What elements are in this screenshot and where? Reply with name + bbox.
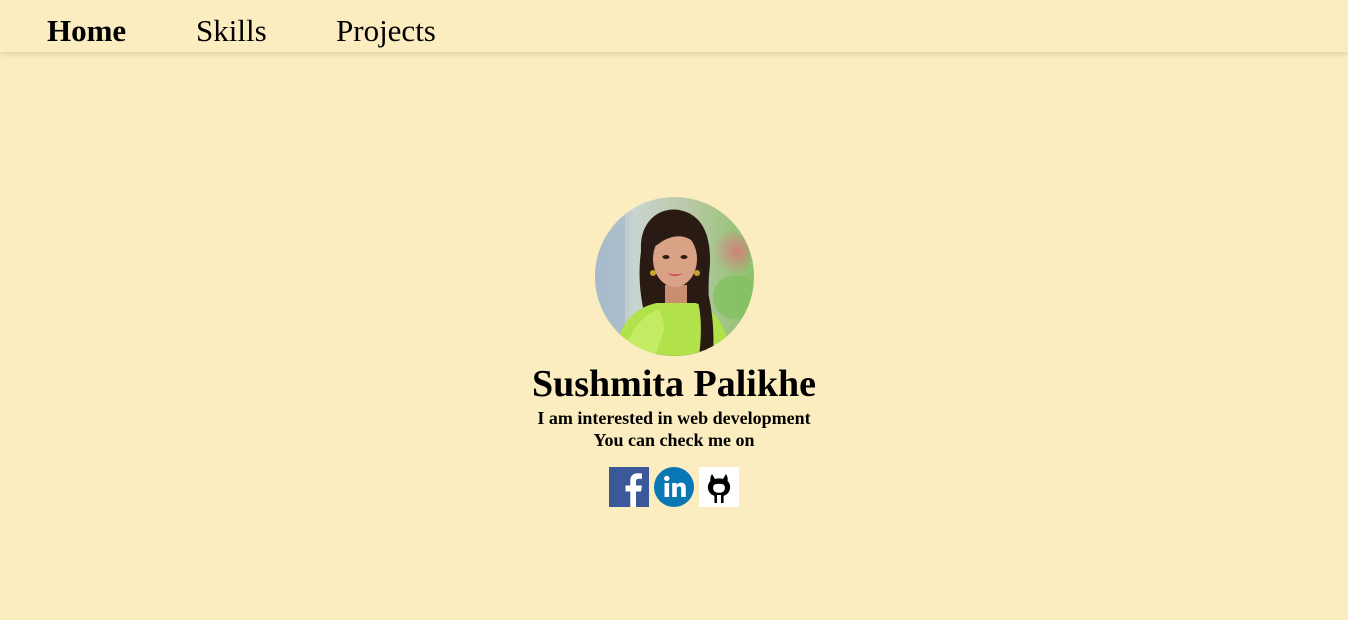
navbar: Home Skills Projects: [0, 0, 1348, 52]
social-links: [0, 467, 1348, 507]
profile-name: Sushmita Palikhe: [531, 363, 817, 405]
github-icon: [699, 467, 739, 507]
profile-photo: [594, 197, 754, 356]
github-link[interactable]: [699, 467, 739, 507]
nav-projects-link[interactable]: Projects: [336, 12, 436, 50]
nav-home-link[interactable]: Home: [47, 12, 126, 50]
profile-check-me-text: You can check me on: [593, 430, 755, 450]
profile-tagline: I am interested in web development: [537, 408, 811, 428]
linkedin-icon: [654, 467, 694, 507]
profile-avatar: [594, 197, 754, 356]
linkedin-link[interactable]: [654, 467, 694, 507]
facebook-link[interactable]: [609, 467, 649, 507]
facebook-icon: [609, 467, 649, 507]
hero-section: Sushmita Palikhe I am interested in web …: [0, 197, 1348, 507]
nav-skills-link[interactable]: Skills: [196, 12, 267, 50]
